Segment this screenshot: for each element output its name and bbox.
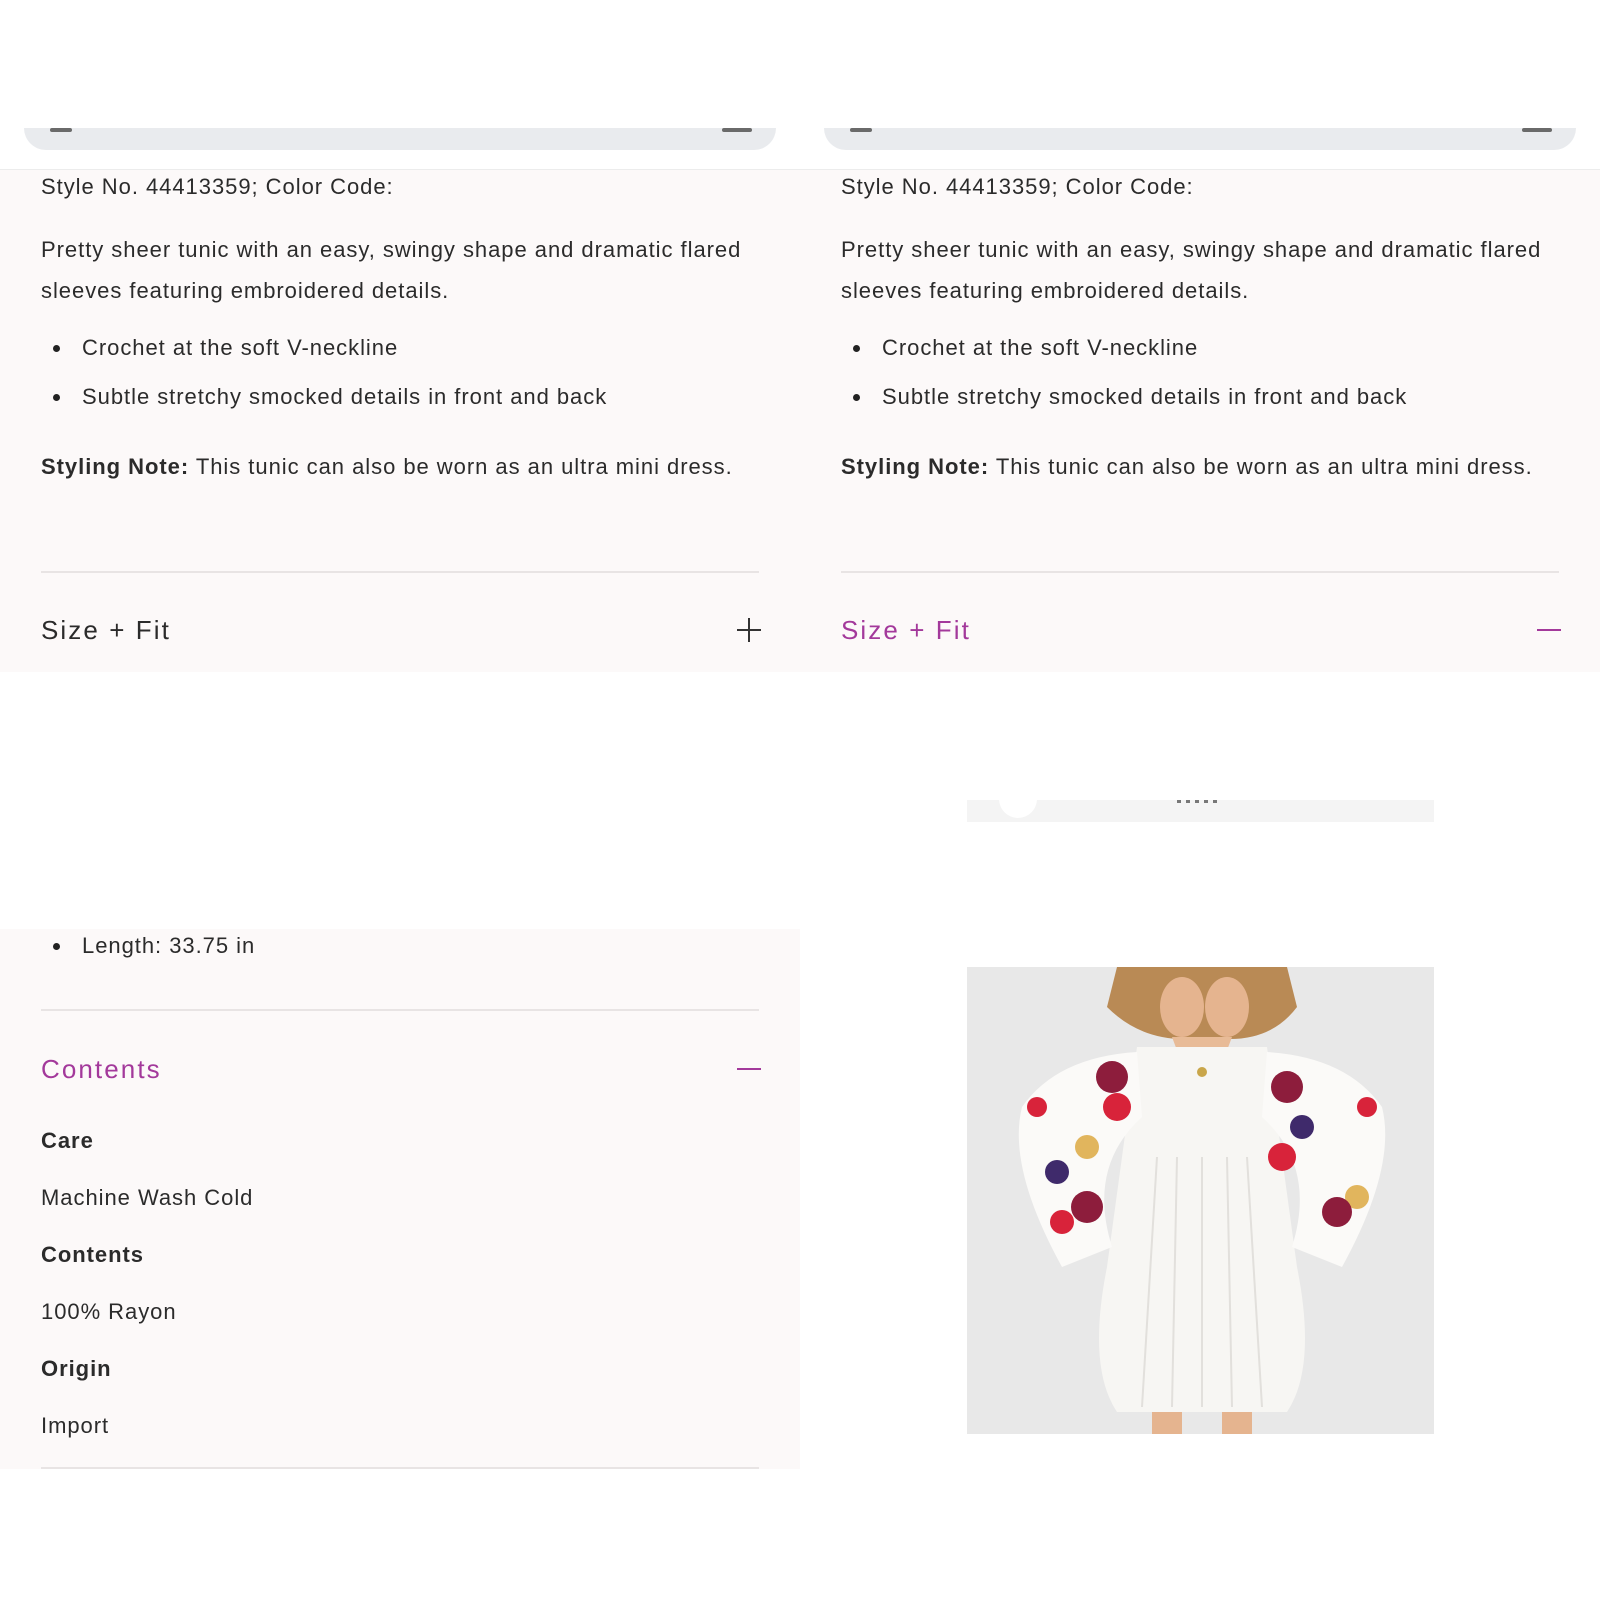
feature-list: Crochet at the soft V-neckline Subtle st… xyxy=(841,335,1407,433)
styling-note-label: Styling Note: xyxy=(41,454,190,479)
expand-plus-icon[interactable] xyxy=(737,618,761,642)
cart-icon xyxy=(722,128,752,132)
care-value: Machine Wash Cold xyxy=(41,1185,254,1210)
styling-note: Styling Note: This tunic can also be wor… xyxy=(41,446,761,487)
style-number: Style No. 44413359; Color Code: xyxy=(841,174,1194,199)
cropped-toolbar xyxy=(967,780,1434,822)
section-divider xyxy=(41,1467,759,1469)
product-details-panel-expanded: Style No. 44413359; Color Code: Pretty s… xyxy=(800,170,1600,672)
cart-icon xyxy=(1522,128,1552,132)
search-bar-cropped[interactable] xyxy=(24,128,776,150)
styling-note-text: This tunic can also be worn as an ultra … xyxy=(989,454,1533,479)
product-image xyxy=(967,967,1434,1434)
accordion-size-fit[interactable]: Size + Fit xyxy=(41,615,171,646)
style-number: Style No. 44413359; Color Code: xyxy=(41,174,394,199)
accordion-size-fit[interactable]: Size + Fit xyxy=(841,615,971,646)
care-label: Care xyxy=(41,1128,94,1153)
size-length-item: Length: 33.75 in xyxy=(0,933,255,959)
contents-panel: Length: 33.75 in Contents Care Machine W… xyxy=(0,929,800,1469)
avatar xyxy=(999,780,1037,818)
collapse-minus-icon[interactable] xyxy=(1537,618,1561,642)
tunic-illustration xyxy=(967,967,1434,1434)
origin-value: Import xyxy=(41,1413,110,1438)
contents-label: Contents xyxy=(41,1242,145,1267)
menu-icon xyxy=(850,128,872,132)
product-details-panel-collapsed: Style No. 44413359; Color Code: Pretty s… xyxy=(0,170,800,672)
styling-note: Styling Note: This tunic can also be wor… xyxy=(841,446,1561,487)
section-divider xyxy=(41,1009,759,1011)
contents-value: 100% Rayon xyxy=(41,1299,177,1324)
page-dots-indicator xyxy=(1177,800,1217,803)
menu-icon xyxy=(50,128,72,132)
list-item: Crochet at the soft V-neckline xyxy=(841,335,1407,384)
styling-note-text: This tunic can also be worn as an ultra … xyxy=(189,454,733,479)
list-item: Subtle stretchy smocked details in front… xyxy=(41,384,607,433)
section-divider xyxy=(841,571,1559,573)
section-divider xyxy=(41,571,759,573)
accordion-contents[interactable]: Contents xyxy=(41,1054,162,1085)
feature-list: Crochet at the soft V-neckline Subtle st… xyxy=(41,335,607,433)
product-description: Pretty sheer tunic with an easy, swingy … xyxy=(841,237,1542,303)
origin-label: Origin xyxy=(41,1356,112,1381)
product-description: Pretty sheer tunic with an easy, swingy … xyxy=(41,237,742,303)
list-item: Subtle stretchy smocked details in front… xyxy=(841,384,1407,433)
styling-note-label: Styling Note: xyxy=(841,454,990,479)
collapse-minus-icon[interactable] xyxy=(737,1057,761,1081)
search-bar-cropped[interactable] xyxy=(824,128,1576,150)
list-item: Crochet at the soft V-neckline xyxy=(41,335,607,384)
